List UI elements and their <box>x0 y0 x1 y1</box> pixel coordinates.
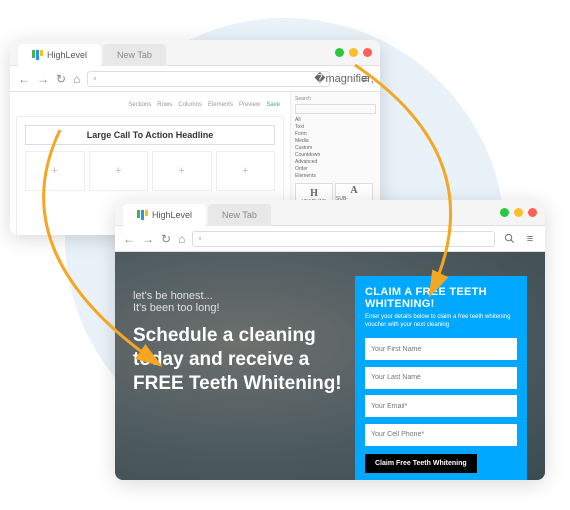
search-icon[interactable] <box>502 232 516 246</box>
highlevel-logo-icon <box>137 210 148 220</box>
category-item[interactable]: Countdown <box>295 152 376 158</box>
editor-toolbar: Sections Rows Columns Elements Preview S… <box>16 98 284 112</box>
last-name-field[interactable] <box>365 367 517 389</box>
lead-form: CLAIM A FREE TEETH WHITENING! Enter your… <box>355 276 527 480</box>
search-label: Search <box>295 96 376 102</box>
empty-column[interactable]: + <box>25 151 85 191</box>
empty-column[interactable]: + <box>216 151 276 191</box>
hero-text: let's be honest... It's been too long! S… <box>133 276 355 456</box>
menu-icon[interactable]: ≡ <box>358 72 372 86</box>
headline-element[interactable]: Large Call To Action Headline <box>25 125 275 145</box>
forward-button[interactable]: → <box>142 232 154 246</box>
category-item[interactable]: Text <box>295 124 376 130</box>
toolbar-item[interactable]: Rows <box>157 102 172 108</box>
titlebar: HighLevel New Tab <box>115 200 545 226</box>
maximize-icon[interactable] <box>349 48 358 57</box>
toolbar-item[interactable]: Columns <box>178 102 202 108</box>
category-item[interactable]: Media <box>295 138 376 144</box>
toolbar-item[interactable]: Sections <box>128 102 151 108</box>
subheadline-icon: A <box>350 185 357 196</box>
forward-button[interactable]: → <box>37 72 49 86</box>
category-item[interactable]: Order <box>295 166 376 172</box>
tab-new[interactable]: New Tab <box>208 204 271 226</box>
headline-icon: H <box>310 188 318 199</box>
panel-search-input[interactable] <box>295 104 376 114</box>
tab-label: New Tab <box>117 50 152 60</box>
landing-page: let's be honest... It's been too long! S… <box>115 252 545 480</box>
url-bar[interactable]: ▫ <box>192 231 495 247</box>
tab-highlevel[interactable]: HighLevel <box>123 204 206 226</box>
close-icon[interactable] <box>363 48 372 57</box>
window-controls <box>335 48 372 57</box>
search-icon[interactable]: �magnifier; <box>337 72 351 86</box>
tab-label: HighLevel <box>47 50 87 60</box>
tab-highlevel[interactable]: HighLevel <box>18 44 101 66</box>
home-button[interactable]: ⌂ <box>73 72 80 86</box>
page-icon: ▫ <box>198 234 201 243</box>
page-icon: ▫ <box>93 74 96 83</box>
first-name-field[interactable] <box>365 338 517 360</box>
home-button[interactable]: ⌂ <box>178 232 185 246</box>
hero-headline: Schedule a cleaning today and receive a … <box>133 324 355 395</box>
form-title: CLAIM A FREE TEETH WHITENING! <box>365 286 517 310</box>
category-item[interactable]: Form <box>295 131 376 137</box>
element-categories: All Text Form Media Custom Countdown Adv… <box>295 117 376 179</box>
toolbar-save[interactable]: Save <box>266 102 280 108</box>
submit-button[interactable]: Claim Free Teeth Whitening <box>365 454 477 473</box>
category-item[interactable]: All <box>295 117 376 123</box>
url-bar[interactable]: ▫ <box>87 71 330 87</box>
category-item[interactable]: Advanced <box>295 159 376 165</box>
close-icon[interactable] <box>528 208 537 217</box>
phone-field[interactable] <box>365 424 517 446</box>
toolbar-item[interactable]: Preview <box>239 102 260 108</box>
maximize-icon[interactable] <box>514 208 523 217</box>
preheadline-1: let's be honest... <box>133 290 355 302</box>
nav-toolbar: ← → ↻ ⌂ ▫ ≡ <box>115 226 545 252</box>
window-controls <box>500 208 537 217</box>
tab-label: HighLevel <box>152 210 192 220</box>
empty-column[interactable]: + <box>152 151 212 191</box>
minimize-icon[interactable] <box>335 48 344 57</box>
toolbar-item[interactable]: Elements <box>208 102 233 108</box>
tab-label: New Tab <box>222 210 257 220</box>
preheadline-2: It's been too long! <box>133 302 355 314</box>
minimize-icon[interactable] <box>500 208 509 217</box>
titlebar: HighLevel New Tab <box>10 40 380 66</box>
reload-button[interactable]: ↻ <box>161 232 171 246</box>
empty-column[interactable]: + <box>89 151 149 191</box>
menu-icon[interactable]: ≡ <box>523 232 537 246</box>
preview-browser-window: HighLevel New Tab ← → ↻ ⌂ ▫ ≡ let's be h… <box>115 200 545 480</box>
form-column: CLAIM A FREE TEETH WHITENING! Enter your… <box>355 276 527 456</box>
back-button[interactable]: ← <box>18 72 30 86</box>
column-row: + + + + <box>25 151 275 191</box>
category-item[interactable]: Custom <box>295 145 376 151</box>
category-item[interactable]: Elements <box>295 173 376 179</box>
reload-button[interactable]: ↻ <box>56 72 66 86</box>
email-field[interactable] <box>365 395 517 417</box>
form-subtitle: Enter your details below to claim a free… <box>365 314 517 330</box>
tab-new[interactable]: New Tab <box>103 44 166 66</box>
nav-toolbar: ← → ↻ ⌂ ▫ �magnifier; ≡ <box>10 66 380 92</box>
highlevel-logo-icon <box>32 50 43 60</box>
back-button[interactable]: ← <box>123 232 135 246</box>
